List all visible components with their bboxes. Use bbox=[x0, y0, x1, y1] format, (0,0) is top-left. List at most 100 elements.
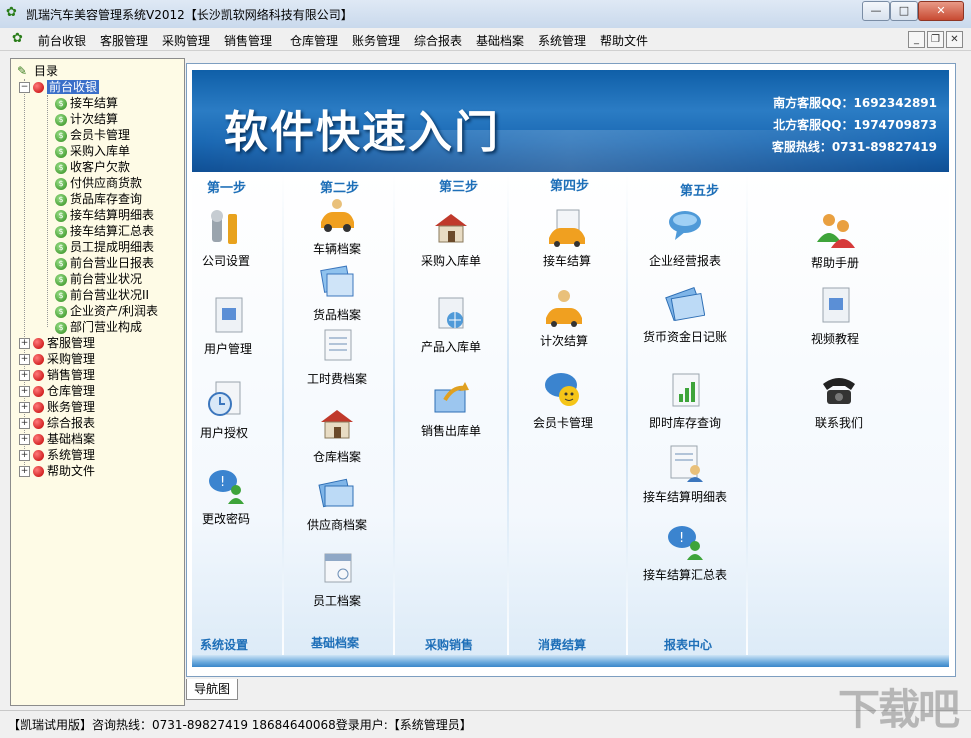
expand-icon[interactable]: + bbox=[19, 338, 30, 349]
minimize-button[interactable]: — bbox=[862, 1, 890, 21]
apple-icon bbox=[33, 450, 44, 461]
expand-icon[interactable]: + bbox=[19, 418, 30, 429]
contact-us-button[interactable]: 联系我们 bbox=[794, 370, 884, 431]
tree-item[interactable]: $ 接车结算明细表 bbox=[55, 207, 154, 223]
user-management-button[interactable]: 用户管理 bbox=[183, 296, 273, 357]
tree-item[interactable]: $ 会员卡管理 bbox=[55, 127, 130, 143]
tree-item-label: 前台营业状况II bbox=[70, 288, 150, 302]
tree-item-label: 接车结算 bbox=[70, 96, 119, 110]
tree-group[interactable]: + 采购管理 bbox=[19, 351, 95, 367]
maximize-button[interactable]: □ bbox=[890, 1, 918, 21]
tree-group[interactable]: + 账务管理 bbox=[19, 399, 95, 415]
settlement-detail-report-button[interactable]: 接车结算明细表 bbox=[640, 444, 730, 505]
tree-group[interactable]: + 系统管理 bbox=[19, 447, 95, 463]
video-tutorial-button[interactable]: 视频教程 bbox=[790, 286, 880, 347]
goods-files-button[interactable]: 货品档案 bbox=[292, 262, 382, 323]
vehicle-settlement-button[interactable]: 接车结算 bbox=[522, 208, 612, 269]
house-icon bbox=[317, 404, 357, 444]
tree-item[interactable]: $ 前台营业日报表 bbox=[55, 255, 154, 271]
expand-icon[interactable]: + bbox=[19, 434, 30, 445]
settlement-summary-report-button[interactable]: ! 接车结算汇总表 bbox=[640, 522, 730, 583]
mdi-close-button[interactable]: ✕ bbox=[946, 31, 963, 48]
banner-title: 软件快速入门 bbox=[224, 107, 500, 158]
product-receipt-button[interactable]: 产品入库单 bbox=[406, 294, 496, 355]
sales-delivery-button[interactable]: 销售出库单 bbox=[406, 378, 496, 439]
tree-item[interactable]: $ 收客户欠款 bbox=[55, 159, 130, 175]
menu-sales[interactable]: 销售管理 bbox=[224, 32, 272, 49]
expand-icon[interactable]: + bbox=[19, 370, 30, 381]
expand-icon[interactable]: + bbox=[19, 466, 30, 477]
tree-group[interactable]: + 综合报表 bbox=[19, 415, 95, 431]
tree-item-label: 前台营业日报表 bbox=[70, 256, 155, 270]
member-card-management-button[interactable]: 会员卡管理 bbox=[518, 370, 608, 431]
mdi-minimize-button[interactable]: _ bbox=[908, 31, 925, 48]
collapse-icon[interactable]: − bbox=[19, 82, 30, 93]
user-authorization-button[interactable]: 用户授权 bbox=[179, 380, 269, 441]
tree-item[interactable]: $ 采购入库单 bbox=[55, 143, 130, 159]
item-label: 销售出库单 bbox=[420, 424, 481, 438]
apple-icon bbox=[33, 386, 44, 397]
company-settings-button[interactable]: 公司设置 bbox=[181, 208, 271, 269]
labor-fee-files-button[interactable]: 工时费档案 bbox=[292, 326, 382, 387]
tree-item[interactable]: $ 付供应商货款 bbox=[55, 175, 142, 191]
tree-group[interactable]: + 客服管理 bbox=[19, 335, 95, 351]
supplier-files-button[interactable]: 供应商档案 bbox=[292, 472, 382, 533]
window-doc-icon bbox=[208, 296, 248, 336]
vehicle-files-button[interactable]: 车辆档案 bbox=[292, 196, 382, 257]
employee-files-button[interactable]: 员工档案 bbox=[292, 548, 382, 609]
money-icon: $ bbox=[55, 129, 67, 142]
tree-item[interactable]: $ 企业资产/利润表 bbox=[55, 303, 158, 319]
telephone-icon bbox=[819, 370, 859, 410]
tree-item-label: 计次结算 bbox=[70, 112, 119, 126]
title-bar: ✿ 凯瑞汽车美容管理系统V2012【长沙凯软网络科技有限公司】 — □ ✕ bbox=[0, 0, 971, 29]
change-password-button[interactable]: ! 更改密码 bbox=[181, 466, 271, 527]
tree-root-label: 目录 bbox=[34, 64, 59, 78]
tree-item[interactable]: $ 员工提成明细表 bbox=[55, 239, 154, 255]
expand-icon[interactable]: + bbox=[19, 402, 30, 413]
menu-purchase[interactable]: 采购管理 bbox=[162, 32, 210, 49]
tree-item-label: 企业资产/利润表 bbox=[70, 304, 159, 318]
tree-item[interactable]: $ 计次结算 bbox=[55, 111, 118, 127]
tree-item-label: 接车结算汇总表 bbox=[70, 224, 155, 238]
menu-system[interactable]: 系统管理 bbox=[538, 32, 586, 49]
mdi-restore-button[interactable]: ❐ bbox=[927, 31, 944, 48]
tree-item[interactable]: $ 接车结算 bbox=[55, 95, 118, 111]
tree-group[interactable]: + 帮助文件 bbox=[19, 463, 95, 479]
tree-item[interactable]: $ 接车结算汇总表 bbox=[55, 223, 154, 239]
count-settlement-button[interactable]: 计次结算 bbox=[519, 288, 609, 349]
menu-front-desk[interactable]: 前台收银 bbox=[38, 32, 86, 49]
tree-item[interactable]: $ 前台营业状况 bbox=[55, 271, 142, 287]
help-manual-button[interactable]: 帮助手册 bbox=[790, 210, 880, 271]
tree-item-label: 会员卡管理 bbox=[70, 128, 131, 142]
apple-icon bbox=[33, 466, 44, 477]
close-button[interactable]: ✕ bbox=[918, 1, 964, 21]
tree-item[interactable]: $ 货品库存查询 bbox=[55, 191, 142, 207]
chart-document-icon bbox=[665, 370, 705, 410]
menu-customer-service[interactable]: 客服管理 bbox=[100, 32, 148, 49]
menu-help[interactable]: 帮助文件 bbox=[600, 32, 648, 49]
menu-accounts[interactable]: 账务管理 bbox=[352, 32, 400, 49]
menu-reports[interactable]: 综合报表 bbox=[414, 32, 462, 49]
tree-group[interactable]: + 销售管理 bbox=[19, 367, 95, 383]
user-chat-icon: ! bbox=[665, 522, 705, 562]
tree-group[interactable]: + 仓库管理 bbox=[19, 383, 95, 399]
folder-icon: ✎ bbox=[17, 64, 28, 78]
menu-warehouse[interactable]: 仓库管理 bbox=[290, 32, 338, 49]
menu-basic-files[interactable]: 基础档案 bbox=[476, 32, 524, 49]
warehouse-files-button[interactable]: 仓库档案 bbox=[292, 404, 382, 465]
expand-icon[interactable]: + bbox=[19, 386, 30, 397]
tab-navigation-map[interactable]: 导航图 bbox=[186, 679, 238, 700]
expand-icon[interactable]: + bbox=[19, 354, 30, 365]
money-icon: $ bbox=[55, 209, 67, 222]
status-bar: 【凯瑞试用版】咨询热线：0731-89827419 18684640068登录用… bbox=[0, 710, 971, 738]
expand-icon[interactable]: + bbox=[19, 450, 30, 461]
tree-item[interactable]: $ 前台营业状况II bbox=[55, 287, 149, 303]
tree-group[interactable]: + 基础档案 bbox=[19, 431, 95, 447]
tree-root[interactable]: ✎ 目录 bbox=[17, 63, 58, 79]
cash-journal-button[interactable]: 货币资金日记账 bbox=[640, 284, 730, 345]
tree-item[interactable]: $ 部门营业构成 bbox=[55, 319, 142, 335]
instant-stock-query-button[interactable]: 即时库存查询 bbox=[640, 370, 730, 431]
business-report-button[interactable]: 企业经营报表 bbox=[640, 208, 730, 269]
tree-group-front-desk[interactable]: − 前台收银 bbox=[19, 79, 100, 95]
purchase-receipt-button[interactable]: 采购入库单 bbox=[406, 208, 496, 269]
